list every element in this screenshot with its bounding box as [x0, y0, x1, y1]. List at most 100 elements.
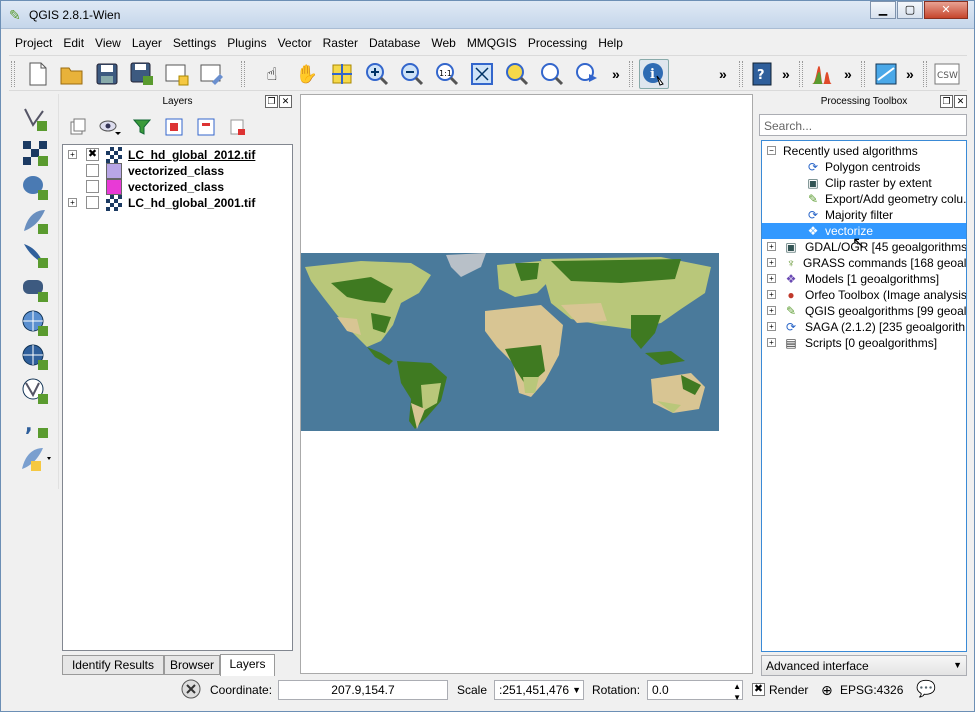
maximize-button[interactable]: ▢ — [897, 1, 923, 19]
menu-help[interactable]: Help — [592, 32, 628, 54]
menu-project[interactable]: Project — [9, 32, 57, 54]
expand-icon[interactable]: + — [767, 274, 776, 283]
menu-settings[interactable]: Settings — [167, 32, 221, 54]
zoom-to-layer-icon[interactable] — [537, 59, 567, 89]
algorithm-item[interactable]: ▣ Clip raster by extent — [762, 175, 966, 191]
menu-web[interactable]: Web — [425, 32, 460, 54]
layer-item[interactable]: vectorized_class — [63, 179, 292, 195]
add-raster-layer-icon[interactable] — [19, 138, 51, 168]
layer-visibility-checkbox[interactable]: ✖ — [86, 148, 99, 161]
add-mssql-layer-icon[interactable] — [19, 240, 51, 270]
layer-item[interactable]: + ✖ LC_hd_global_2012.tif — [63, 147, 292, 163]
provider-qgis[interactable]: + ✎ QGIS geoalgorithms [99 geoal... — [762, 303, 966, 319]
toolbar-more-icon[interactable]: » — [782, 66, 790, 82]
add-delimited-text-layer-icon[interactable]: , — [19, 410, 51, 440]
crs-globe-icon[interactable]: ⊕ — [821, 678, 833, 702]
messages-toggle-icon[interactable] — [181, 679, 201, 703]
toolbar-grip[interactable] — [629, 61, 633, 87]
expand-icon[interactable]: + — [767, 242, 776, 251]
expand-icon[interactable]: + — [68, 198, 77, 207]
new-shapefile-layer-icon[interactable] — [19, 444, 51, 474]
collapse-icon[interactable]: − — [767, 146, 776, 155]
toolbar-more-icon[interactable]: » — [906, 66, 914, 82]
toolbar-grip[interactable] — [923, 61, 927, 87]
new-print-composer-icon[interactable] — [162, 59, 192, 89]
toolbar-grip[interactable] — [861, 61, 865, 87]
toolbar-more-icon[interactable]: » — [844, 66, 852, 82]
layer-visibility-checkbox[interactable] — [86, 196, 99, 209]
toolbar-grip[interactable] — [739, 61, 743, 87]
minimize-button[interactable]: ▁ — [870, 1, 896, 19]
scale-combo[interactable]: :251,451,476 ▼ — [494, 680, 584, 700]
expand-icon[interactable]: + — [767, 290, 776, 299]
identify-features-icon[interactable]: i — [639, 59, 669, 89]
provider-scripts[interactable]: + ▤ Scripts [0 geoalgorithms] — [762, 335, 966, 351]
toolbar-more-icon[interactable]: » — [719, 66, 727, 82]
save-as-icon[interactable] — [127, 59, 157, 89]
add-group-icon[interactable] — [67, 116, 89, 138]
layer-item[interactable]: + LC_hd_global_2001.tif — [63, 195, 292, 211]
expand-icon[interactable]: + — [68, 150, 77, 159]
provider-models[interactable]: + ❖ Models [1 geoalgorithms] — [762, 271, 966, 287]
tab-layers[interactable]: Layers — [220, 654, 275, 676]
zoom-full-icon[interactable] — [467, 59, 497, 89]
spin-down-icon[interactable]: ▼ — [733, 689, 741, 707]
menu-vector[interactable]: Vector — [272, 32, 317, 54]
expand-icon[interactable]: + — [767, 258, 776, 267]
composer-manager-icon[interactable] — [197, 59, 227, 89]
pan-map-icon[interactable]: ✋ — [292, 59, 322, 89]
expand-icon[interactable]: + — [767, 338, 776, 347]
toolbar-grip[interactable] — [799, 61, 803, 87]
add-wfs-layer-icon[interactable] — [19, 376, 51, 406]
add-oracle-layer-icon[interactable] — [19, 274, 51, 304]
menu-database[interactable]: Database — [363, 32, 425, 54]
zoom-in-icon[interactable] — [362, 59, 392, 89]
toolbar-more-icon[interactable]: » — [612, 66, 620, 82]
close-panel-icon[interactable]: ✕ — [279, 95, 292, 108]
add-postgis-layer-icon[interactable] — [19, 172, 51, 202]
close-panel-icon[interactable]: ✕ — [954, 95, 967, 108]
filter-legend-icon[interactable] — [131, 116, 153, 138]
manage-visibility-icon[interactable] — [99, 116, 121, 138]
float-panel-icon[interactable]: ❐ — [940, 95, 953, 108]
zoom-native-resolution-icon[interactable]: 1:1 — [432, 59, 462, 89]
rotation-spinbox[interactable]: 0.0 ▲ ▼ — [647, 680, 743, 702]
menu-layer[interactable]: Layer — [126, 32, 167, 54]
menu-mmqgis[interactable]: MMQGIS — [461, 32, 522, 54]
map-canvas[interactable] — [300, 94, 753, 674]
add-wms-layer-icon[interactable] — [19, 308, 51, 338]
algorithm-tree[interactable]: − Recently used algorithms ⟳ Polygon cen… — [761, 140, 967, 652]
expand-icon[interactable]: + — [767, 322, 776, 331]
toolbar-grip[interactable] — [241, 61, 245, 87]
remove-layer-icon[interactable] — [227, 116, 249, 138]
crs-status[interactable]: EPSG:4326 — [840, 678, 903, 702]
menu-raster[interactable]: Raster — [317, 32, 363, 54]
raster-histogram-icon[interactable] — [807, 59, 837, 89]
zoom-out-icon[interactable] — [397, 59, 427, 89]
touch-zoom-icon[interactable]: ☝ — [257, 59, 287, 89]
layer-visibility-checkbox[interactable] — [86, 164, 99, 177]
menu-processing[interactable]: Processing — [522, 32, 592, 54]
pan-to-selection-icon[interactable] — [327, 59, 357, 89]
toolbox-search-input[interactable]: Search... — [759, 114, 967, 136]
new-project-icon[interactable] — [23, 59, 53, 89]
log-messages-icon[interactable]: 💬 — [916, 678, 936, 702]
layer-item[interactable]: vectorized_class — [63, 163, 292, 179]
expand-all-icon[interactable] — [163, 116, 185, 138]
georeferencer-icon[interactable] — [871, 59, 901, 89]
float-panel-icon[interactable]: ❐ — [265, 95, 278, 108]
toolbar-grip[interactable] — [11, 61, 15, 87]
provider-orfeo[interactable]: + ● Orfeo Toolbox (Image analysis... — [762, 287, 966, 303]
layer-visibility-checkbox[interactable] — [86, 180, 99, 193]
provider-grass[interactable]: + ♆ GRASS commands [168 geoalg... — [762, 255, 966, 271]
tab-identify-results[interactable]: Identify Results — [62, 655, 164, 675]
add-wcs-layer-icon[interactable] — [19, 342, 51, 372]
algorithm-item[interactable]: ⟳ Polygon centroids — [762, 159, 966, 175]
provider-saga[interactable]: + ⟳ SAGA (2.1.2) [235 geoalgorith... — [762, 319, 966, 335]
zoom-to-selection-icon[interactable] — [502, 59, 532, 89]
open-project-icon[interactable] — [57, 59, 87, 89]
metasearch-csw-icon[interactable]: CSW — [932, 59, 962, 89]
recent-algorithms-group[interactable]: − Recently used algorithms — [762, 143, 966, 159]
menu-view[interactable]: View — [89, 32, 126, 54]
add-vector-layer-icon[interactable] — [19, 104, 51, 134]
